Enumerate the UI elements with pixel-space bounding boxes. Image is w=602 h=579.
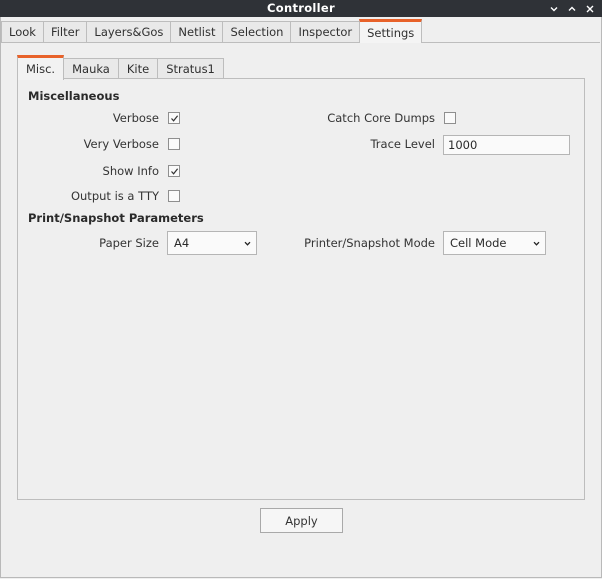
apply-button[interactable]: Apply [260,508,343,533]
very-verbose-label: Very Verbose [83,137,159,151]
paper-size-select[interactable]: A4 [167,231,257,255]
window-controls [548,0,596,17]
tab-layers-gos[interactable]: Layers&Gos [86,21,172,42]
paper-size-value: A4 [174,236,190,250]
trace-level-input[interactable]: 1000 [443,135,570,155]
chevron-down-icon [533,241,540,246]
inner-tab-bar: Misc. Mauka Kite Stratus1 [17,54,224,80]
tab-filter[interactable]: Filter [42,21,88,42]
trace-level-label: Trace Level [370,137,435,151]
catch-core-dumps-checkbox[interactable] [444,112,456,124]
output-tty-label: Output is a TTY [70,189,159,203]
tab-misc[interactable]: Misc. [17,55,65,80]
maximize-icon[interactable] [566,3,578,15]
verbose-label: Verbose [112,111,159,125]
close-icon[interactable] [584,3,596,15]
catch-core-dumps-label: Catch Core Dumps [327,111,435,125]
miscellaneous-heading: Miscellaneous [28,89,120,103]
verbose-checkbox[interactable] [168,112,180,124]
minimize-icon[interactable] [548,3,560,15]
print-snapshot-heading: Print/Snapshot Parameters [28,211,204,225]
show-info-label: Show Info [102,164,159,178]
paper-size-label: Paper Size [99,236,159,250]
tab-inspector[interactable]: Inspector [290,21,361,42]
tab-look[interactable]: Look [1,21,44,42]
printer-snapshot-mode-label: Printer/Snapshot Mode [304,236,435,250]
show-info-checkbox[interactable] [168,165,180,177]
tab-settings[interactable]: Settings [359,19,423,43]
output-tty-checkbox[interactable] [168,190,180,202]
printer-snapshot-mode-select[interactable]: Cell Mode [443,231,546,255]
tab-netlist[interactable]: Netlist [170,21,224,42]
tab-selection[interactable]: Selection [222,21,292,42]
very-verbose-checkbox[interactable] [168,138,180,150]
printer-snapshot-mode-value: Cell Mode [450,236,507,250]
chevron-down-icon [244,241,251,246]
window-titlebar: Controller [0,0,602,17]
tab-mauka[interactable]: Mauka [63,58,119,79]
window-title: Controller [267,1,335,15]
tab-kite[interactable]: Kite [117,58,159,79]
top-tab-bar: Look Filter Layers&Gos Netlist Selection… [1,19,423,43]
tab-stratus1[interactable]: Stratus1 [157,58,224,79]
